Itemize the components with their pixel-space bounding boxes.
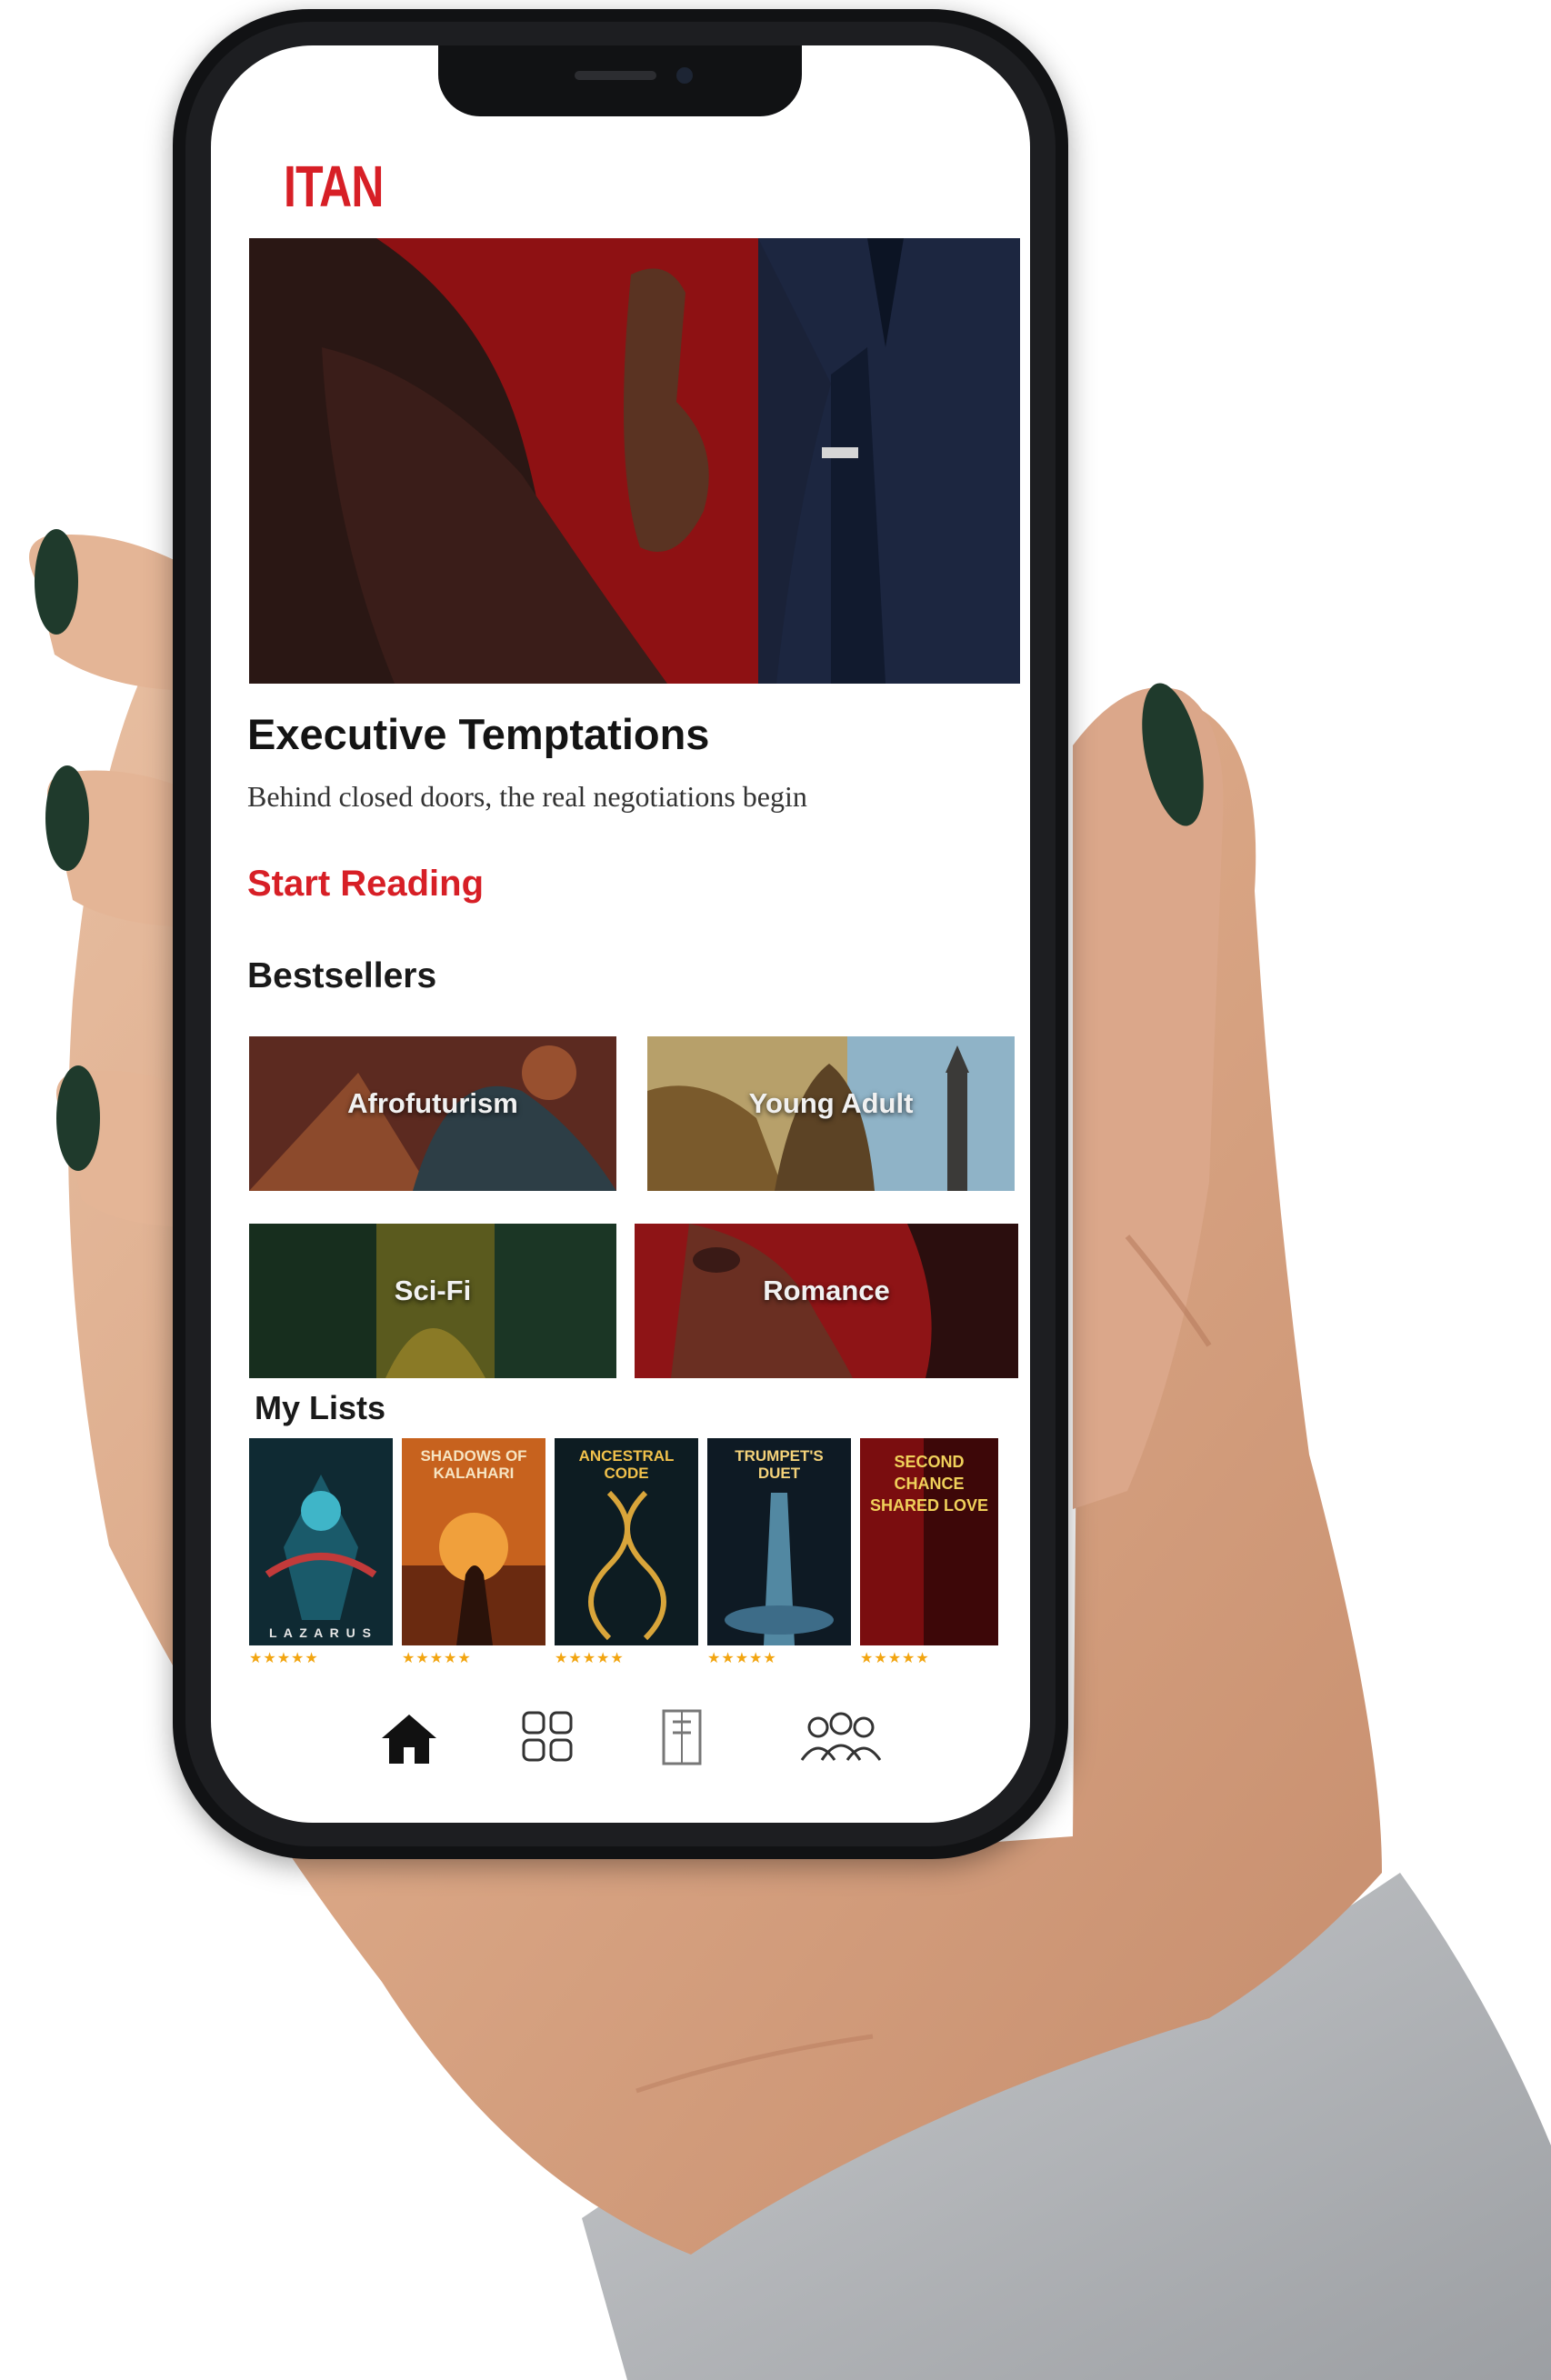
front-camera <box>676 67 693 84</box>
genre-tile-afrofuturism[interactable]: Afrofuturism <box>249 1036 616 1191</box>
nail-1 <box>35 529 78 635</box>
phone-screen: ITAN Executive Temptations Behind closed… <box>211 45 1030 1823</box>
rating-stars: ★★★★★ <box>555 1651 625 1665</box>
rating-stars: ★★★★★ <box>860 1651 930 1665</box>
genre-label: Sci-Fi <box>394 1275 472 1306</box>
bottom-navigation <box>211 1700 1030 1782</box>
my-lists-heading: My Lists <box>255 1389 386 1426</box>
genre-tile-sci-fi[interactable]: Sci-Fi <box>249 1224 616 1378</box>
library-icon <box>662 1709 702 1765</box>
book-author: L A Z A R U S <box>269 1625 373 1640</box>
book-title: Second Chance Shared Love <box>869 1453 989 1515</box>
nav-browse-button[interactable] <box>511 1704 584 1773</box>
book-cover-5[interactable]: Second Chance Shared Love <box>860 1438 998 1645</box>
hero-title: Executive Temptations <box>247 710 710 758</box>
nav-community-button[interactable] <box>791 1704 891 1773</box>
hero-tagline: Behind closed doors, the real negotiatio… <box>247 780 807 813</box>
nav-library-button[interactable] <box>645 1704 718 1773</box>
nail-2 <box>45 765 89 871</box>
home-icon <box>382 1715 436 1764</box>
hero-artwork <box>249 238 1020 684</box>
phone-device: ITAN Executive Temptations Behind closed… <box>173 9 1068 1859</box>
book-title: Ancestral Code <box>578 1447 675 1482</box>
nail-3 <box>56 1065 100 1171</box>
nav-home-button[interactable] <box>373 1704 445 1773</box>
genre-label: Afrofuturism <box>347 1087 518 1119</box>
speaker-grille <box>575 71 656 80</box>
genre-tile-young-adult[interactable]: Young Adult <box>647 1036 1015 1191</box>
book-title: Trumpet's Duet <box>735 1447 824 1482</box>
community-icon <box>800 1712 882 1761</box>
rating-stars: ★★★★★ <box>402 1651 472 1665</box>
rating-stars: ★★★★★ <box>707 1651 777 1665</box>
app-logo[interactable]: ITAN <box>284 153 384 220</box>
genre-label: Young Adult <box>748 1087 914 1119</box>
genre-tile-romance[interactable]: Romance <box>635 1224 1018 1378</box>
book-title: Shadows of Kalahari <box>420 1447 527 1482</box>
bestsellers-heading: Bestsellers <box>247 956 437 995</box>
start-reading-button[interactable]: Start Reading <box>247 864 484 905</box>
photo-stage: ITAN Executive Temptations Behind closed… <box>0 0 1551 2380</box>
hero-cover-image[interactable] <box>249 238 1020 684</box>
phone-notch <box>438 45 802 116</box>
genre-label: Romance <box>763 1275 890 1306</box>
book-cover-1[interactable]: L A Z A R U S <box>249 1438 393 1645</box>
book-cover-4[interactable]: Trumpet's Duet <box>707 1438 851 1645</box>
grid-icon <box>522 1711 573 1762</box>
book-cover-2[interactable]: Shadows of Kalahari <box>402 1438 545 1645</box>
book-cover-3[interactable]: Ancestral Code <box>555 1438 698 1645</box>
rating-stars: ★★★★★ <box>249 1651 319 1665</box>
book-1-artwork <box>249 1438 393 1645</box>
